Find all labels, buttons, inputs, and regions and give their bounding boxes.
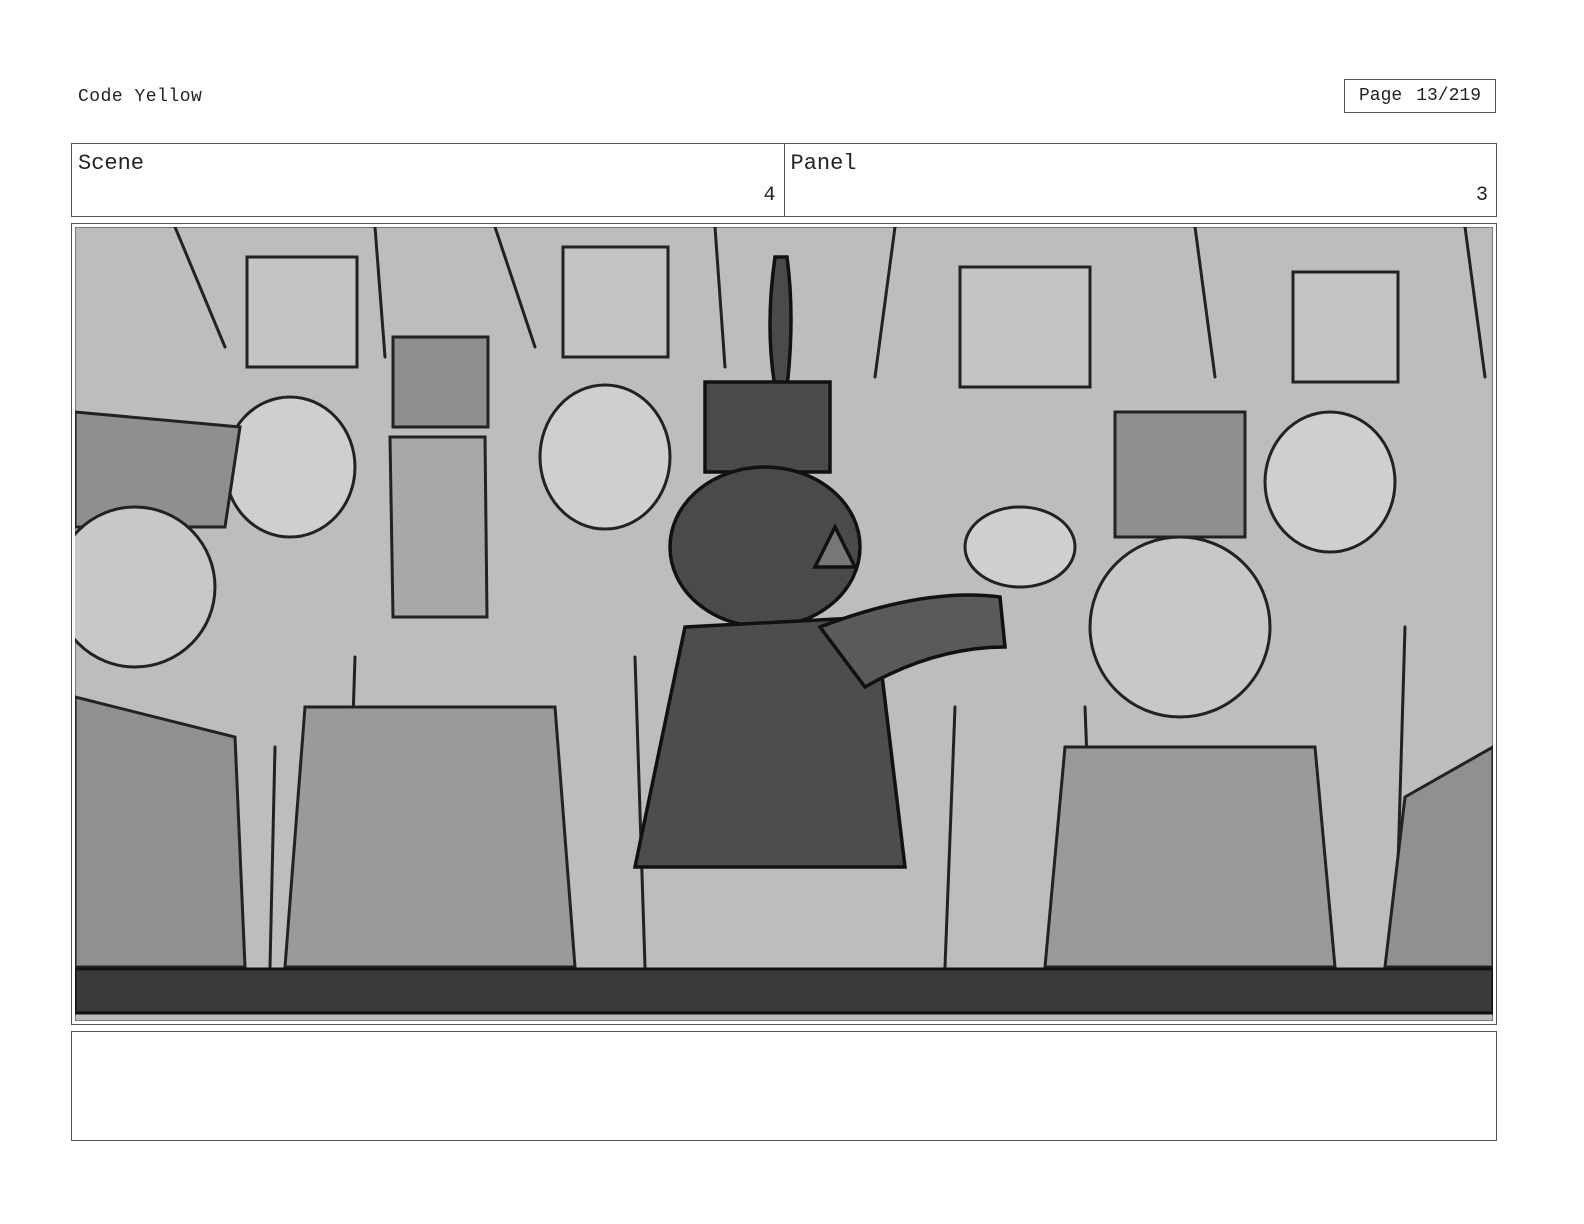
page-number: 13/219 [1416,86,1482,106]
storyboard-panel [71,223,1497,1025]
storyboard-sketch [75,227,1493,1021]
document-title: Code Yellow [78,87,203,107]
panel-cell: Panel 3 [783,144,1497,216]
scene-label: Scene [78,151,145,176]
scene-value: 4 [763,184,776,207]
panel-label: Panel [790,151,857,176]
scene-panel-info: Scene 4 Panel 3 [71,143,1497,217]
scene-cell: Scene 4 [72,144,784,216]
page-label: Page [1358,86,1403,106]
page-indicator: Page 13/219 [1344,79,1496,113]
panel-value: 3 [1475,184,1488,207]
panel-notes [71,1031,1497,1141]
